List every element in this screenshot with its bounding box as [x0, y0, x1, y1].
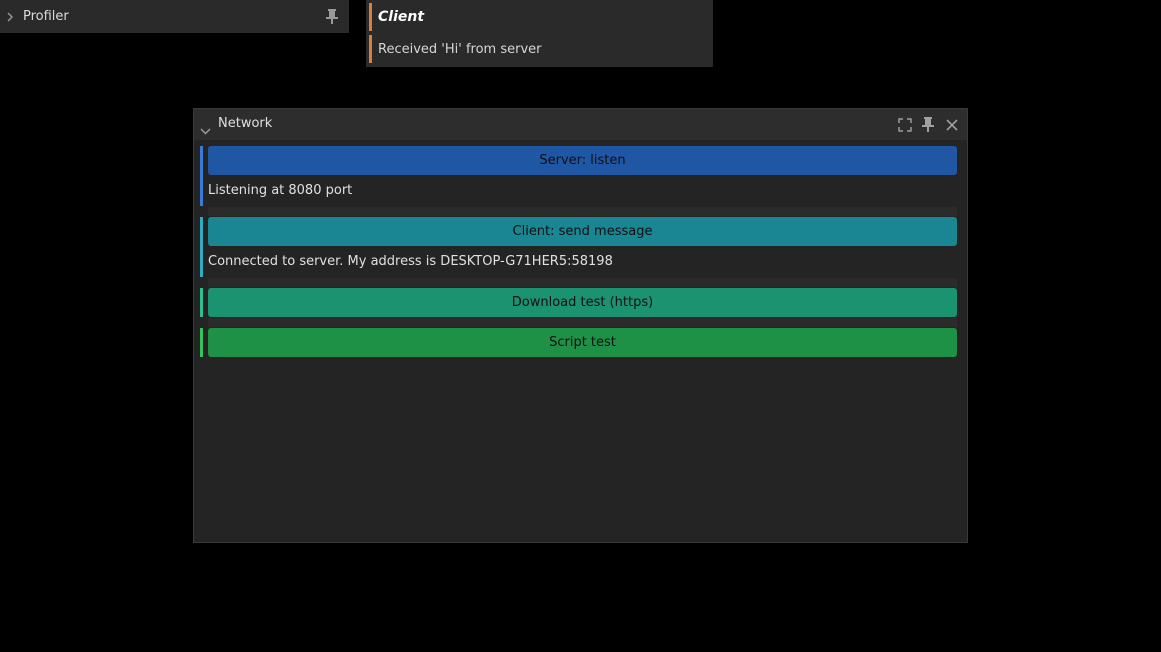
section-accent-bar — [200, 328, 203, 357]
server-listen-button[interactable]: Server: listen — [208, 146, 957, 175]
section-divider — [208, 207, 957, 216]
toast-title-row: Client — [369, 3, 424, 31]
section-accent-bar — [200, 146, 203, 206]
toast-message: Received 'Hi' from server — [378, 41, 542, 57]
client-status-text: Connected to server. My address is DESKT… — [208, 254, 613, 269]
window-header[interactable]: Network — [194, 109, 967, 140]
profiler-panel[interactable]: Profiler — [0, 0, 349, 33]
download-test-button[interactable]: Download test (https) — [208, 288, 957, 317]
client-send-message-button[interactable]: Client: send message — [208, 217, 957, 246]
script-test-button[interactable]: Script test — [208, 328, 957, 357]
script-section: Script test — [200, 328, 957, 357]
network-window: Network Server: listen Listening at 8080… — [193, 108, 968, 543]
client-section: Client: send message Connected to server… — [200, 217, 957, 277]
close-icon[interactable] — [945, 117, 959, 132]
pin-icon[interactable] — [325, 8, 339, 24]
toast-message-row: Received 'Hi' from server — [369, 35, 541, 63]
section-accent-bar — [200, 288, 203, 317]
profiler-title: Profiler — [23, 9, 69, 24]
maximize-icon[interactable] — [898, 117, 912, 132]
toast-title: Client — [378, 9, 425, 25]
server-status-text: Listening at 8080 port — [208, 183, 353, 198]
download-section: Download test (https) — [200, 288, 957, 317]
window-title: Network — [218, 116, 273, 131]
section-divider — [208, 318, 957, 327]
pin-icon[interactable] — [921, 116, 935, 132]
section-accent-bar — [200, 217, 203, 277]
chevron-down-icon[interactable] — [200, 120, 211, 135]
server-section: Server: listen Listening at 8080 port — [200, 146, 957, 206]
section-divider — [208, 278, 957, 287]
chevron-right-icon[interactable] — [5, 12, 15, 22]
client-toast: Client Received 'Hi' from server — [366, 0, 713, 67]
